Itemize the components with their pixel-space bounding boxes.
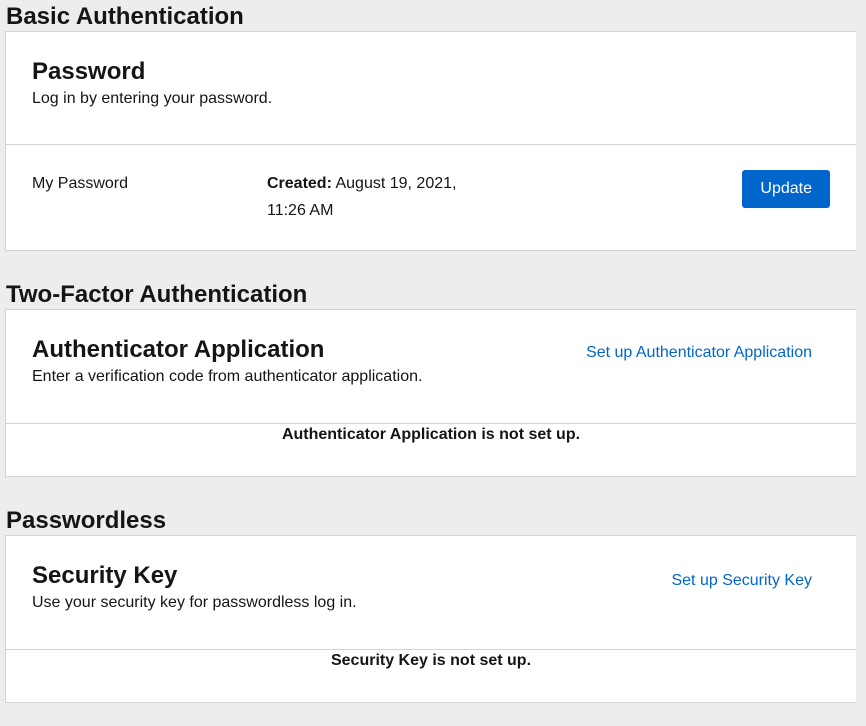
card-desc: Use your security key for passwordless l…	[32, 594, 830, 612]
security-key-card: Security KeySet up Security KeyUse your …	[5, 535, 856, 703]
setup-security-key-link[interactable]: Set up Security Key	[671, 572, 812, 590]
setup-authenticator-link[interactable]: Set up Authenticator Application	[586, 344, 812, 362]
section-title-passwordless: Passwordless	[0, 504, 866, 535]
card-desc: Enter a verification code from authentic…	[32, 368, 830, 386]
row-label: My Password	[32, 170, 267, 224]
empty-state: Authenticator Application is not set up.	[6, 426, 856, 474]
section-title-basic: Basic Authentication	[0, 0, 866, 31]
password-card: Password Log in by entering your password…	[5, 31, 856, 251]
created-date: August 19, 2021,	[335, 175, 456, 192]
authenticator-card: Authenticator ApplicationSet up Authenti…	[5, 309, 856, 477]
created-info: Created: August 19, 2021,11:26 AM	[267, 170, 456, 224]
update-button[interactable]: Update	[742, 170, 830, 208]
empty-state: Security Key is not set up.	[6, 652, 856, 700]
section-title-2fa: Two-Factor Authentication	[0, 278, 866, 309]
created-label: Created:	[267, 175, 332, 192]
card-desc: Log in by entering your password.	[32, 90, 830, 108]
card-title: Password	[32, 58, 830, 86]
created-time: 11:26 AM	[267, 202, 333, 219]
